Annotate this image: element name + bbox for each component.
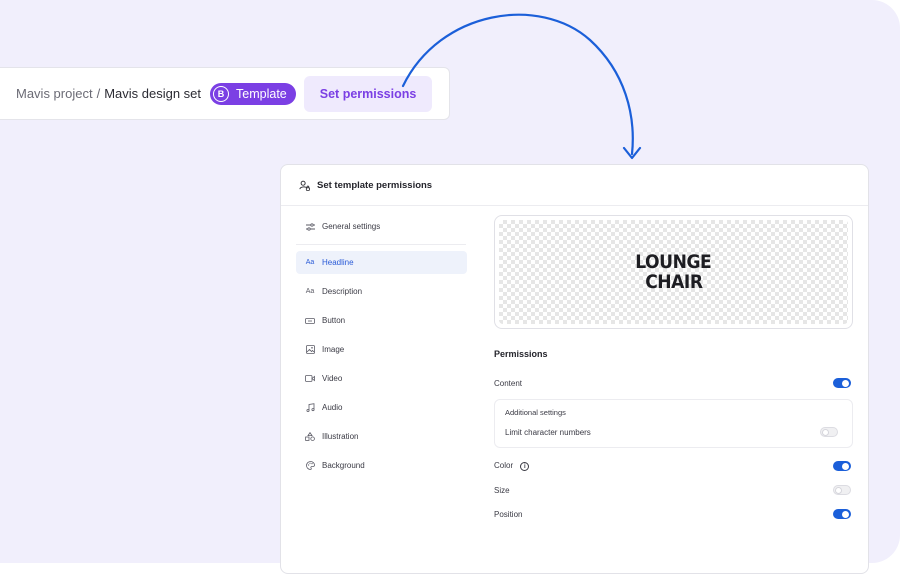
- breadcrumb: Mavis project / Mavis design set B Templ…: [0, 67, 450, 120]
- preview-headline-line1: LOUNGE: [635, 251, 712, 273]
- permission-row-color: Color i: [494, 454, 853, 478]
- image-icon: [305, 345, 315, 354]
- nav-item-button[interactable]: Button: [296, 309, 467, 332]
- nav-label: Description: [322, 287, 363, 296]
- permissions-section: Permissions Content Additional settings …: [494, 349, 853, 526]
- permission-row-limit: Limit character numbers: [505, 425, 840, 439]
- preview-headline-line2: CHAIR: [644, 271, 703, 293]
- nav-label: Button: [322, 316, 346, 325]
- nav-label: Background: [322, 461, 365, 470]
- user-lock-icon: [299, 180, 310, 191]
- color-toggle[interactable]: [833, 461, 851, 471]
- template-badge: B Template: [210, 82, 296, 105]
- nav-item-image[interactable]: Image: [296, 338, 467, 361]
- color-label: Color: [494, 460, 514, 470]
- permission-row-position: Position: [494, 502, 853, 526]
- nav-item-background[interactable]: Background: [296, 454, 467, 477]
- palette-icon: [305, 461, 315, 470]
- permission-row-content: Content: [494, 371, 853, 395]
- nav-item-headline[interactable]: Aa Headline: [296, 251, 467, 274]
- breadcrumb-project[interactable]: Mavis project: [16, 86, 93, 101]
- shapes-icon: [305, 432, 315, 441]
- text-icon: Aa: [305, 288, 315, 295]
- nav-label: General settings: [322, 222, 381, 231]
- text-icon: Aa: [305, 259, 315, 266]
- permission-row-size: Size: [494, 478, 853, 502]
- nav-item-audio[interactable]: Audio: [296, 396, 467, 419]
- nav-item-general-settings[interactable]: General settings: [296, 215, 467, 238]
- size-toggle[interactable]: [833, 485, 851, 495]
- template-badge-icon: B: [213, 85, 230, 102]
- additional-settings-title: Additional settings: [505, 408, 566, 417]
- additional-settings: Additional settings Limit character numb…: [494, 399, 853, 448]
- set-permissions-button[interactable]: Set permissions: [303, 75, 433, 112]
- nav-item-illustration[interactable]: Illustration: [296, 425, 467, 448]
- headline-preview: LOUNGE CHAIR: [494, 215, 853, 329]
- position-toggle[interactable]: [833, 509, 851, 519]
- nav-item-description[interactable]: Aa Description: [296, 280, 467, 303]
- panel-header: Set template permissions: [281, 165, 868, 206]
- nav-label: Image: [322, 345, 345, 354]
- size-label: Size: [494, 485, 510, 495]
- nav-label: Headline: [322, 258, 354, 267]
- sliders-icon: [305, 222, 315, 231]
- template-badge-label: Template: [236, 86, 287, 101]
- sidebar-nav: General settings Aa Headline Aa Descript…: [296, 215, 467, 483]
- info-icon[interactable]: i: [520, 462, 530, 472]
- limit-label: Limit character numbers: [505, 427, 591, 437]
- transparent-canvas: LOUNGE CHAIR: [499, 220, 848, 324]
- nav-label: Illustration: [322, 432, 359, 441]
- nav-item-video[interactable]: Video: [296, 367, 467, 390]
- button-icon: [305, 317, 315, 324]
- permissions-title: Permissions: [494, 349, 548, 359]
- permissions-panel: Set template permissions General setting…: [280, 164, 869, 574]
- position-label: Position: [494, 509, 523, 519]
- nav-label: Audio: [322, 403, 343, 412]
- color-label-wrap: Color i: [494, 460, 530, 472]
- content-toggle[interactable]: [833, 378, 851, 388]
- nav-label: Video: [322, 374, 343, 383]
- content-label: Content: [494, 378, 523, 388]
- nav-divider: [296, 244, 466, 245]
- music-icon: [305, 403, 315, 412]
- panel-title: Set template permissions: [317, 179, 433, 191]
- video-icon: [305, 375, 315, 382]
- limit-characters-toggle[interactable]: [820, 427, 838, 437]
- breadcrumb-current: Mavis design set: [104, 86, 202, 101]
- breadcrumb-separator: /: [96, 86, 101, 101]
